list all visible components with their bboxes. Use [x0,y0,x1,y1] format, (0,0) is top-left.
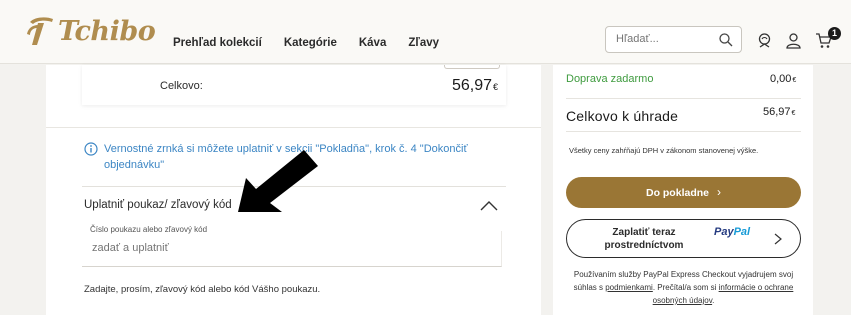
annotation-arrow-icon [238,150,318,212]
order-total-value: 56,97€ [452,77,499,94]
user-icon[interactable] [785,32,802,49]
divider [566,131,801,132]
voucher-field-label: Číslo poukazu alebo zľavový kód [88,225,210,234]
search-box [605,26,742,53]
search-icon[interactable] [718,32,734,48]
site-header: Tchibo Prehľad kolekcií Kategórie Káva Z… [0,0,851,64]
info-icon [84,142,98,156]
terms-link[interactable]: podmienkami [605,283,653,292]
tchibo-logo[interactable]: Tchibo [24,14,156,48]
vat-note: Všetky ceny zahŕňajú DPH v zákonom stano… [569,146,759,155]
quantity-box-edge [444,65,500,69]
order-total-label: Celkovo: [160,80,203,92]
nav-item-sale[interactable]: Zľavy [408,37,439,49]
main-navigation: Prehľad kolekcií Kategórie Káva Zľavy [173,37,461,49]
paypal-button-label: Zaplatiť teraz prostredníctvom [604,227,684,251]
tchibo-logo-mark-icon [27,17,53,45]
nav-item-collections[interactable]: Prehľad kolekcií [173,37,262,49]
divider [46,127,541,128]
checkout-button-label: Do pokladne [645,187,709,199]
nav-item-categories[interactable]: Kategórie [284,37,337,49]
chevron-right-icon: › [717,185,721,199]
shipping-label: Doprava zadarmo [566,73,654,85]
loyalty-bean-icon[interactable] [756,32,773,49]
paypal-terms-note: Používaním služby PayPal Express Checkou… [573,270,794,305]
nav-item-coffee[interactable]: Káva [359,37,387,49]
grand-total-value: 56,97€ [763,106,796,118]
order-total-box [82,65,506,105]
paypal-logo: PayPal [714,226,751,238]
voucher-code-input[interactable] [92,242,392,254]
checkout-button[interactable]: Do pokladne › [566,177,801,208]
chevron-right-icon [774,233,782,245]
chevron-up-icon[interactable] [480,200,498,212]
shipping-value: 0,00€ [770,73,797,85]
voucher-section-title[interactable]: Uplatniť poukaz/ zľavový kód [84,199,232,211]
search-input[interactable] [616,33,716,45]
cart-count-badge: 1 [828,27,841,40]
grand-total-label: Celkovo k úhrade [566,108,679,124]
voucher-help-text: Zadajte, prosím, zľavový kód alebo kód V… [84,284,321,295]
divider [566,98,801,99]
logo-wordmark: Tchibo [58,15,156,47]
